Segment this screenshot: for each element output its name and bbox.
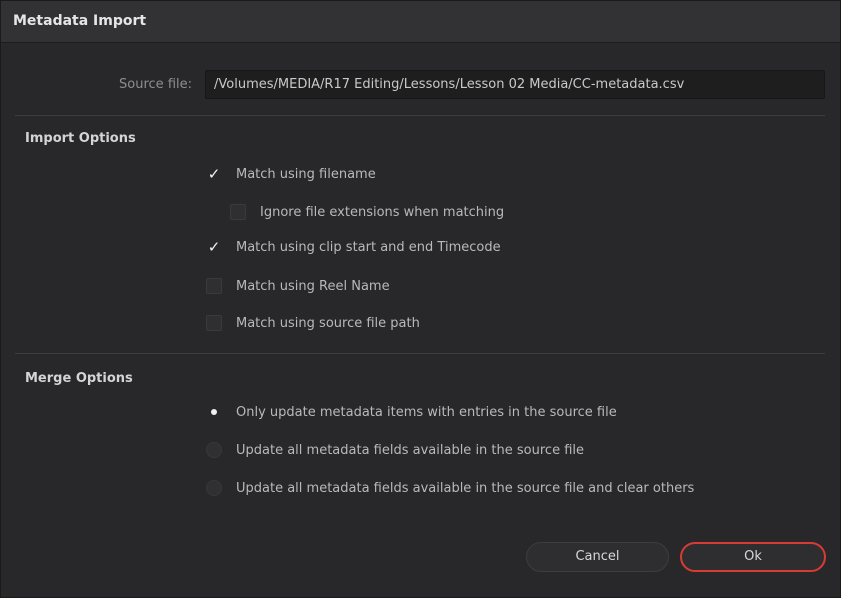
option-label: Match using filename xyxy=(236,166,376,182)
checkbox-match-timecode[interactable]: ✓ xyxy=(206,239,222,255)
checkbox-ignore-extensions[interactable] xyxy=(230,204,246,220)
checkbox-match-filename[interactable]: ✓ xyxy=(206,166,222,182)
divider-top xyxy=(15,115,825,116)
option-ignore-extensions[interactable]: Ignore file extensions when matching xyxy=(230,202,504,222)
option-label: Ignore file extensions when matching xyxy=(260,204,505,220)
source-file-field[interactable]: /Volumes/MEDIA/R17 Editing/Lessons/Lesso… xyxy=(205,70,825,99)
option-label: Update all metadata fields available in … xyxy=(236,442,584,458)
option-update-all-fields[interactable]: Update all metadata fields available in … xyxy=(206,440,584,460)
title-bar: Metadata Import xyxy=(1,1,840,43)
checkbox-match-source-path[interactable] xyxy=(206,315,222,331)
option-update-all-clear-others[interactable]: Update all metadata fields available in … xyxy=(206,478,694,498)
option-label: Match using source file path xyxy=(236,315,420,331)
checkbox-match-reel-name[interactable] xyxy=(206,278,222,294)
import-options-heading: Import Options xyxy=(25,131,136,146)
option-match-source-path[interactable]: Match using source file path xyxy=(206,313,420,333)
radio-only-update-entries[interactable] xyxy=(206,404,222,420)
option-label: Match using Reel Name xyxy=(236,278,390,294)
radio-update-all-clear-others[interactable] xyxy=(206,480,222,496)
radio-update-all-fields[interactable] xyxy=(206,442,222,458)
metadata-import-dialog: Metadata Import Source file: /Volumes/ME… xyxy=(0,0,841,598)
source-file-label: Source file: xyxy=(119,77,192,92)
option-label: Update all metadata fields available in … xyxy=(236,480,695,496)
option-label: Only update metadata items with entries … xyxy=(236,404,617,420)
divider-middle xyxy=(15,353,825,354)
option-only-update-entries[interactable]: Only update metadata items with entries … xyxy=(206,402,617,422)
merge-options-heading: Merge Options xyxy=(25,371,133,386)
dialog-title: Metadata Import xyxy=(13,13,147,29)
cancel-button[interactable]: Cancel xyxy=(526,542,669,572)
option-match-filename[interactable]: ✓ Match using filename xyxy=(206,164,376,184)
option-match-reel-name[interactable]: Match using Reel Name xyxy=(206,276,390,296)
option-label: Match using clip start and end Timecode xyxy=(236,239,501,255)
option-match-timecode[interactable]: ✓ Match using clip start and end Timecod… xyxy=(206,237,501,257)
ok-button[interactable]: Ok xyxy=(680,542,826,572)
